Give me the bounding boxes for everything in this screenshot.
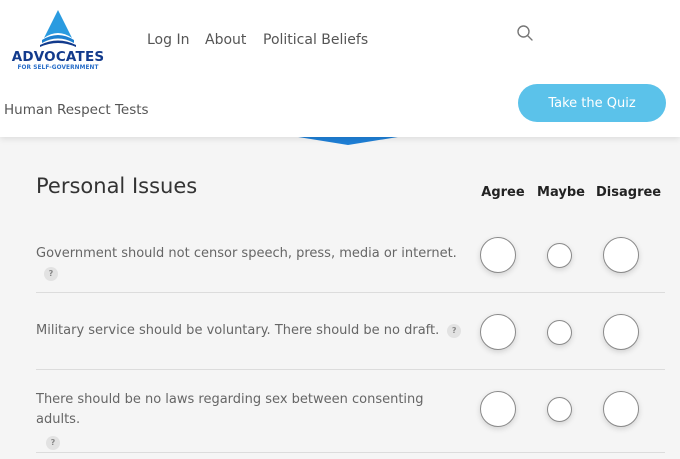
nav-political-beliefs[interactable]: Political Beliefs bbox=[263, 32, 368, 48]
help-icon[interactable]: ? bbox=[46, 436, 60, 450]
question-row: There should be no laws regarding sex be… bbox=[36, 390, 471, 451]
question-text: There should be no laws regarding sex be… bbox=[36, 392, 424, 427]
agree-radio[interactable] bbox=[480, 237, 516, 273]
agree-radio[interactable] bbox=[480, 391, 516, 427]
agree-radio[interactable] bbox=[480, 314, 516, 350]
column-maybe: Maybe bbox=[537, 185, 585, 200]
help-icon[interactable]: ? bbox=[44, 266, 58, 281]
logo-subtitle: FOR SELF-GOVERNMENT bbox=[17, 65, 99, 71]
question-row: Military service should be voluntary. Th… bbox=[36, 321, 476, 341]
search-icon[interactable] bbox=[516, 24, 534, 42]
header-accent-chevron bbox=[292, 136, 404, 145]
question-text: Military service should be voluntary. Th… bbox=[36, 323, 440, 338]
site-header: ADVOCATES FOR SELF-GOVERNMENT Log In Abo… bbox=[0, 0, 680, 137]
nav-about[interactable]: About bbox=[205, 32, 246, 48]
column-agree: Agree bbox=[481, 185, 525, 200]
maybe-radio[interactable] bbox=[547, 243, 572, 268]
help-icon[interactable]: ? bbox=[447, 323, 462, 338]
site-logo[interactable]: ADVOCATES FOR SELF-GOVERNMENT bbox=[8, 10, 108, 72]
disagree-radio[interactable] bbox=[603, 237, 639, 273]
maybe-radio[interactable] bbox=[547, 397, 572, 422]
column-disagree: Disagree bbox=[596, 185, 662, 200]
row-divider bbox=[36, 452, 665, 453]
question-row: Government should not censor speech, pre… bbox=[36, 244, 476, 284]
disagree-radio[interactable] bbox=[603, 314, 639, 350]
maybe-radio[interactable] bbox=[547, 320, 572, 345]
section-title: Personal Issues bbox=[36, 174, 198, 198]
row-divider bbox=[36, 369, 665, 370]
row-divider bbox=[36, 292, 665, 293]
question-text: Government should not censor speech, pre… bbox=[36, 246, 457, 261]
disagree-radio[interactable] bbox=[603, 391, 639, 427]
logo-title: ADVOCATES bbox=[11, 49, 105, 65]
nav-human-respect-tests[interactable]: Human Respect Tests bbox=[4, 102, 149, 118]
logo-mark-icon bbox=[40, 10, 76, 47]
take-quiz-button[interactable]: Take the Quiz bbox=[518, 84, 666, 122]
nav-log-in[interactable]: Log In bbox=[147, 32, 189, 48]
